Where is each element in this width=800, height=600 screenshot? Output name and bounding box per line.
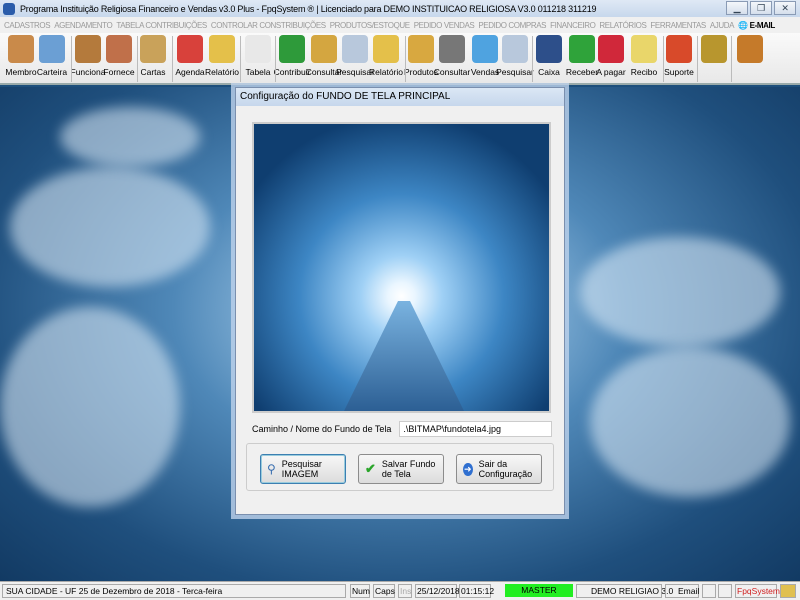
menu-item-5[interactable]: PEDIDO VENDAS <box>414 21 475 30</box>
toolbar-separator <box>532 36 533 82</box>
coin-icon <box>701 35 727 63</box>
menu-item-6[interactable]: PEDIDO COMPRAS <box>478 21 546 30</box>
toolbar-button-suporte[interactable]: Suporte <box>663 35 695 83</box>
arrow-right-icon: ➜ <box>463 462 473 476</box>
toolbar-separator <box>172 36 173 82</box>
restore-button[interactable]: ❐ <box>750 1 772 15</box>
menu-item-4[interactable]: PRODUTOS/ESTOQUE <box>330 21 410 30</box>
exit-config-button[interactable]: ➜ Sair da Configuração <box>456 454 542 484</box>
background-preview-image <box>252 122 551 413</box>
support-icon <box>666 35 692 63</box>
menu-item-3[interactable]: CONTROLAR CONSTRIBUIÇÕES <box>211 21 326 30</box>
menu-item-8[interactable]: RELATÓRIOS <box>599 21 646 30</box>
menu-item-10[interactable]: AJUDA <box>710 21 735 30</box>
path-input[interactable] <box>399 421 552 437</box>
close-button[interactable]: ✕ <box>774 1 796 15</box>
scroll-icon <box>140 35 166 63</box>
menu-bar: CADASTROS AGENDAMENTO TABELA CONTRIBUIÇÕES… <box>0 17 800 33</box>
toolbar-button-exit-icon[interactable] <box>734 35 766 83</box>
menu-item-2[interactable]: TABELA CONTRIBUIÇÕES <box>116 21 207 30</box>
status-brand: FpqSystem <box>735 584 780 598</box>
report-icon <box>209 35 235 63</box>
menu-item-9[interactable]: FERRAMENTAS <box>650 21 706 30</box>
status-caps: Caps <box>373 584 395 598</box>
window-title: Programa Instituição Religiosa Financeir… <box>20 3 597 14</box>
path-label: Caminho / Nome do Fundo de Tela <box>252 424 392 434</box>
toolbar-separator <box>663 36 664 82</box>
barcode-icon <box>439 35 465 63</box>
receive-icon <box>569 35 595 63</box>
dialog-title: Configuração do FUNDO DE TELA PRINCIPAL <box>236 88 564 106</box>
id-card-icon <box>39 35 65 63</box>
search-image-button[interactable]: ⚲ Pesquisar IMAGEM <box>260 454 346 484</box>
toolbar-separator <box>731 36 732 82</box>
toolbar-separator <box>275 36 276 82</box>
app-icon <box>3 2 15 15</box>
toolbar-button-carteira[interactable]: Carteira <box>36 35 68 83</box>
menu-item-1[interactable]: AGENDAMENTO <box>54 21 113 30</box>
status-company: DEMO RELIGIAO 3.0 <box>576 584 673 598</box>
receipt-icon <box>631 35 657 63</box>
toolbar: Membro Carteira Funciona Fornece Cartas Agend… <box>0 33 800 85</box>
report-icon <box>373 35 399 63</box>
toolbar-button-relatório[interactable]: Relatório <box>205 35 239 83</box>
supplier-icon <box>106 35 132 63</box>
search-doc-icon <box>342 35 368 63</box>
pay-icon <box>598 35 624 63</box>
printer-icon[interactable] <box>702 584 716 598</box>
status-bar: SUA CIDADE - UF 25 de Dezembro de 2018 -… <box>0 581 800 600</box>
toolbar-separator <box>137 36 138 82</box>
minimize-button[interactable]: ▁ <box>726 1 748 15</box>
network-icon[interactable] <box>718 584 732 598</box>
menu-email[interactable]: 🌐 E-MAIL <box>738 21 775 30</box>
magnifier-icon: ⚲ <box>267 462 276 476</box>
status-date: 25/12/2018 <box>415 584 460 598</box>
file-box-icon <box>311 35 337 63</box>
calendar-icon <box>177 35 203 63</box>
employees-icon <box>75 35 101 63</box>
boxes-icon <box>408 35 434 63</box>
members-icon <box>8 35 34 63</box>
status-time: 01:15:12 <box>459 584 495 598</box>
toolbar-button-recibo[interactable]: Recibo <box>628 35 660 83</box>
cash-book-icon <box>536 35 562 63</box>
save-background-button[interactable]: ✔ Salvar Fundo de Tela <box>358 454 444 484</box>
status-num: Num <box>350 584 370 598</box>
status-user: MASTER <box>493 584 573 598</box>
toolbar-separator <box>71 36 72 82</box>
title-bar: Programa Instituição Religiosa Financeir… <box>0 0 800 17</box>
status-ins: Ins <box>398 584 412 598</box>
toolbar-separator <box>405 36 406 82</box>
status-city-date: SUA CIDADE - UF 25 de Dezembro de 2018 -… <box>2 584 346 598</box>
menu-item-7[interactable]: FINANCEIRO <box>550 21 596 30</box>
button-panel: ⚲ Pesquisar IMAGEM ✔ Salvar Fundo de Tel… <box>246 443 554 491</box>
background-config-dialog: Configuração do FUNDO DE TELA PRINCIPAL … <box>235 87 565 515</box>
toolbar-separator <box>697 36 698 82</box>
toolbar-button-coin-icon[interactable] <box>698 35 730 83</box>
exit-icon <box>737 35 763 63</box>
table-doc-icon <box>245 35 271 63</box>
toolbar-button-cartas[interactable]: Cartas <box>137 35 169 83</box>
status-email[interactable]: Email <box>665 584 699 598</box>
monitor-icon <box>472 35 498 63</box>
toolbar-button-relatório[interactable]: Relatório <box>369 35 403 83</box>
dollar-icon <box>279 35 305 63</box>
globe-icon: 🌐 <box>738 20 748 30</box>
checkmark-icon: ✔ <box>365 461 376 476</box>
search-doc-icon <box>502 35 528 63</box>
toolbar-separator <box>240 36 241 82</box>
lock-icon <box>780 584 796 598</box>
menu-item-0[interactable]: CADASTROS <box>4 21 51 30</box>
